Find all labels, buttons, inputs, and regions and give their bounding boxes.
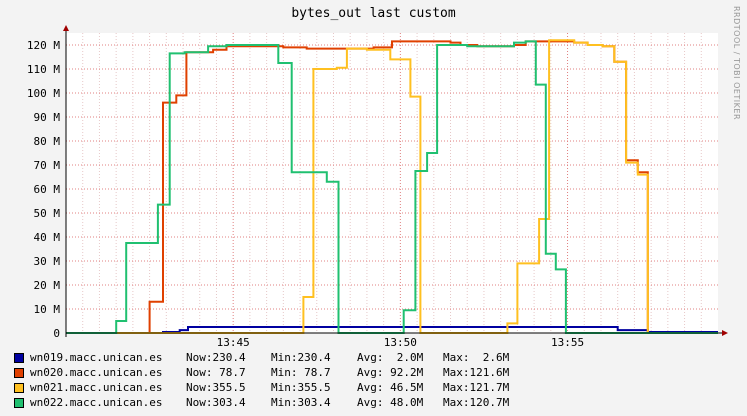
legend-max: Max:121.6M (443, 366, 510, 379)
legend-max: Max:120.7M (443, 396, 510, 409)
y-tick-label: 70 M (34, 159, 61, 172)
vendor-watermark: RRDTOOL / TOBI OETIKER (732, 6, 741, 121)
legend-min: Min:303.4 (271, 396, 331, 409)
legend-now: Now:303.4 (186, 396, 246, 409)
legend-swatch-wn021 (14, 382, 24, 393)
x-tick-label: 13:50 (384, 336, 417, 349)
y-tick-label: 30 M (34, 255, 61, 268)
legend-series-name: wn022.macc.unican.es (30, 396, 163, 409)
x-tick-label: 13:55 (551, 336, 584, 349)
y-tick-label: 110 M (27, 63, 60, 76)
legend-row-wn020: wn020.macc.unican.es Now: 78.7 Min: 78.7… (14, 365, 509, 380)
x-tick-label: 13:45 (217, 336, 250, 349)
legend-min: Min:230.4 (271, 351, 331, 364)
y-tick-label: 20 M (34, 279, 61, 292)
legend-row-wn022: wn022.macc.unican.es Now:303.4 Min:303.4… (14, 395, 509, 410)
legend-swatch-wn022 (14, 397, 24, 408)
legend-max: Max: 2.6M (443, 351, 510, 364)
legend-max: Max:121.7M (443, 381, 510, 394)
legend-swatch-wn019 (14, 352, 24, 363)
y-tick-label: 120 M (27, 39, 60, 52)
legend-min: Min: 78.7 (271, 366, 331, 379)
y-tick-label: 0 (53, 327, 60, 340)
x-axis-arrow (722, 330, 728, 336)
legend-avg: Avg: 2.0M (357, 351, 424, 364)
y-tick-label: 80 M (34, 135, 61, 148)
legend-swatch-wn020 (14, 367, 24, 378)
y-tick-label: 90 M (34, 111, 61, 124)
chart-title: bytes_out last custom (291, 6, 456, 21)
legend-series-name: wn019.macc.unican.es (30, 351, 163, 364)
legend: wn019.macc.unican.es Now:230.4 Min:230.4… (14, 350, 509, 410)
y-axis-arrow (63, 25, 69, 31)
rrd-graph: 13:45 13:50 13:55 0 10 M 20 M 30 M 40 M 50 M 60 M… (0, 0, 747, 416)
legend-avg: Avg: 48.0M (357, 396, 424, 409)
y-tick-label: 60 M (34, 183, 61, 196)
legend-series-name: wn021.macc.unican.es (30, 381, 163, 394)
legend-now: Now: 78.7 (186, 366, 246, 379)
legend-now: Now:355.5 (186, 381, 246, 394)
legend-min: Min:355.5 (271, 381, 331, 394)
y-tick-label: 10 M (34, 303, 61, 316)
legend-avg: Avg: 46.5M (357, 381, 424, 394)
legend-series-name: wn020.macc.unican.es (30, 366, 163, 379)
legend-now: Now:230.4 (186, 351, 246, 364)
y-tick-label: 50 M (34, 207, 61, 220)
y-tick-label: 40 M (34, 231, 61, 244)
legend-row-wn021: wn021.macc.unican.es Now:355.5 Min:355.5… (14, 380, 509, 395)
legend-row-wn019: wn019.macc.unican.es Now:230.4 Min:230.4… (14, 350, 509, 365)
legend-avg: Avg: 92.2M (357, 366, 424, 379)
y-tick-label: 100 M (27, 87, 60, 100)
